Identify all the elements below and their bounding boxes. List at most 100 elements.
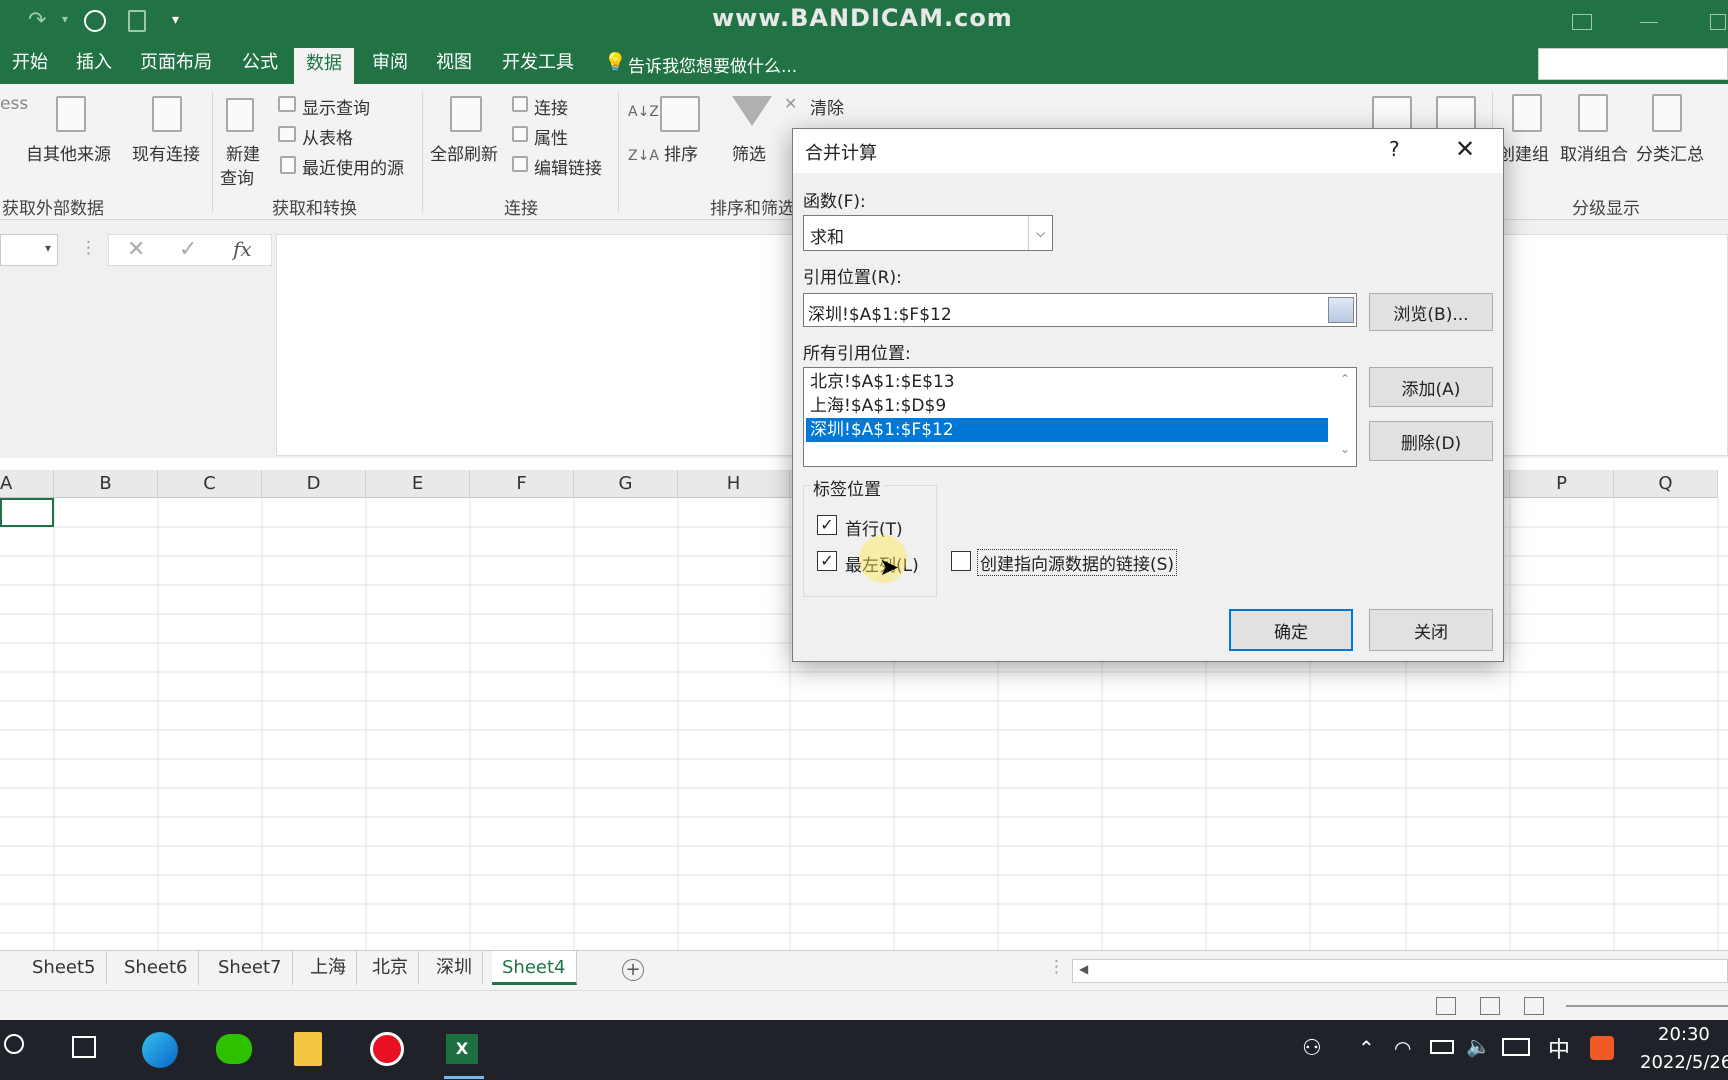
sort-za-icon[interactable]: Z↓A <box>628 148 659 164</box>
sheet-tab-sheet6[interactable]: Sheet6 <box>114 951 199 985</box>
clear-button[interactable]: 清除 <box>810 94 844 119</box>
browse-button[interactable]: 浏览(B)... <box>1369 293 1493 331</box>
name-box-dropdown-icon[interactable]: ▾ <box>45 241 51 255</box>
sort-button[interactable]: 排序 <box>664 140 698 165</box>
scroll-up-icon[interactable]: ⌃ <box>1340 372 1350 386</box>
record-icon[interactable] <box>370 1032 404 1066</box>
column-header-g[interactable]: G <box>574 470 678 498</box>
volume-icon[interactable]: 🔈 <box>1466 1034 1491 1058</box>
column-header-h[interactable]: H <box>678 470 790 498</box>
page-layout-view-icon[interactable] <box>1480 997 1500 1015</box>
tab-home[interactable]: 开始 <box>0 42 60 84</box>
scroll-down-icon[interactable]: ⌄ <box>1340 442 1350 456</box>
help-button[interactable]: ? <box>1389 137 1400 161</box>
redo-dropdown-icon[interactable]: ▾ <box>62 12 68 26</box>
list-item[interactable]: 北京!$A$1:$E$13 <box>806 370 1328 394</box>
sheet-tab-shenzhen[interactable]: 深圳 <box>426 951 483 985</box>
refresh-all-button[interactable]: 全部刷新 <box>430 140 498 165</box>
clipboard-icon[interactable] <box>128 10 146 32</box>
other-sources-button[interactable]: 自其他来源 <box>26 140 111 165</box>
column-header-e[interactable]: E <box>366 470 470 498</box>
wifi-icon[interactable]: ◠ <box>1394 1036 1411 1060</box>
wechat-icon[interactable] <box>216 1034 252 1064</box>
ungroup-button[interactable]: 取消组合 <box>1560 140 1628 165</box>
delete-button[interactable]: 删除(D) <box>1369 421 1493 461</box>
cancel-icon[interactable]: ✕ <box>127 237 145 262</box>
new-query-button-line2[interactable]: 查询 <box>220 164 254 189</box>
horizontal-scrollbar[interactable]: ◀ <box>1072 959 1728 983</box>
sheet-tab-sheet5[interactable]: Sheet5 <box>22 951 107 985</box>
add-button[interactable]: 添加(A) <box>1369 367 1493 407</box>
sheet-tab-beijing[interactable]: 北京 <box>362 951 419 985</box>
name-box[interactable]: ▾ <box>0 234 58 266</box>
left-column-checkbox[interactable]: ✓ <box>817 551 837 571</box>
tab-formulas[interactable]: 公式 <box>230 42 290 84</box>
show-queries-button[interactable]: 显示查询 <box>302 94 370 119</box>
account-box[interactable] <box>1538 48 1728 80</box>
chevron-up-icon[interactable]: ⌃ <box>1358 1036 1375 1060</box>
tab-developer[interactable]: 开发工具 <box>490 42 586 84</box>
clock-time[interactable]: 20:30 <box>1658 1024 1710 1045</box>
list-item-selected[interactable]: 深圳!$A$1:$F$12 <box>806 418 1328 442</box>
ime-indicator[interactable]: 中 <box>1548 1032 1570 1064</box>
properties-button[interactable]: 属性 <box>534 124 568 149</box>
column-header-d[interactable]: D <box>262 470 366 498</box>
range-picker-icon[interactable] <box>1328 297 1354 323</box>
tab-review[interactable]: 审阅 <box>360 42 420 84</box>
existing-connections-button[interactable]: 现有连接 <box>132 140 200 165</box>
edit-links-button[interactable]: 编辑链接 <box>534 154 602 179</box>
column-header-q[interactable]: Q <box>1614 470 1718 498</box>
scroll-left-icon[interactable]: ◀ <box>1079 962 1088 976</box>
tab-split-icon[interactable]: ⋮ <box>1048 957 1065 977</box>
tab-view[interactable]: 视图 <box>424 42 484 84</box>
excel-icon[interactable]: X <box>446 1034 478 1064</box>
battery-icon[interactable] <box>1430 1040 1454 1054</box>
function-select[interactable]: 求和 ⌵ <box>803 215 1053 251</box>
recent-sources-button[interactable]: 最近使用的源 <box>302 154 404 179</box>
tab-insert[interactable]: 插入 <box>64 42 124 84</box>
minimize-icon[interactable] <box>1640 22 1658 23</box>
tab-data[interactable]: 数据 <box>294 48 354 84</box>
task-view-icon[interactable] <box>72 1036 96 1058</box>
group-button[interactable]: 创建组 <box>1498 140 1549 165</box>
add-sheet-icon[interactable]: + <box>622 959 644 981</box>
sogou-icon[interactable] <box>1590 1036 1614 1060</box>
new-query-button-line1[interactable]: 新建 <box>226 140 260 165</box>
ribbon-display-icon[interactable] <box>1572 14 1592 30</box>
page-break-view-icon[interactable] <box>1524 997 1544 1015</box>
column-header-c[interactable]: C <box>158 470 262 498</box>
active-cell[interactable] <box>0 498 54 527</box>
customize-qat-icon[interactable]: ▾ <box>172 12 179 28</box>
redo-icon[interactable]: ↷ <box>28 8 46 33</box>
tab-page-layout[interactable]: 页面布局 <box>128 42 224 84</box>
all-references-list[interactable]: 北京!$A$1:$E$13 上海!$A$1:$D$9 深圳!$A$1:$F$12… <box>803 367 1357 467</box>
column-header-f[interactable]: F <box>470 470 574 498</box>
close-icon[interactable]: ✕ <box>1455 135 1475 163</box>
subtotal-button[interactable]: 分类汇总 <box>1636 140 1704 165</box>
top-row-checkbox[interactable]: ✓ <box>817 515 837 535</box>
list-item[interactable]: 上海!$A$1:$D$9 <box>806 394 1328 418</box>
create-links-label[interactable]: 创建指向源数据的链接(S) <box>977 549 1178 576</box>
reference-input[interactable]: 深圳!$A$1:$F$12 <box>803 293 1357 327</box>
column-header-b[interactable]: B <box>54 470 158 498</box>
sheet-tab-sheet4[interactable]: Sheet4 <box>492 951 577 985</box>
insert-function-icon[interactable]: fx <box>233 237 252 261</box>
enter-icon[interactable]: ✓ <box>179 237 197 262</box>
sheet-tab-sheet7[interactable]: Sheet7 <box>208 951 293 985</box>
clock-date[interactable]: 2022/5/26 <box>1640 1052 1728 1073</box>
keyboard-icon[interactable] <box>1502 1038 1530 1056</box>
column-header-a[interactable]: A <box>0 470 54 498</box>
people-icon[interactable]: ⚇ <box>1302 1036 1322 1061</box>
restore-icon[interactable] <box>1710 14 1726 30</box>
search-icon[interactable] <box>4 1034 24 1054</box>
normal-view-icon[interactable] <box>1436 997 1456 1015</box>
close-button[interactable]: 关闭 <box>1369 609 1493 651</box>
column-header-p[interactable]: P <box>1510 470 1614 498</box>
file-explorer-icon[interactable] <box>294 1032 322 1066</box>
chevron-down-icon[interactable]: ⌵ <box>1028 216 1052 250</box>
create-links-checkbox[interactable] <box>951 551 971 571</box>
circle-icon[interactable] <box>84 10 106 32</box>
sheet-tab-shanghai[interactable]: 上海 <box>300 951 357 985</box>
edge-icon[interactable] <box>142 1032 178 1068</box>
connections-button[interactable]: 连接 <box>534 94 568 119</box>
